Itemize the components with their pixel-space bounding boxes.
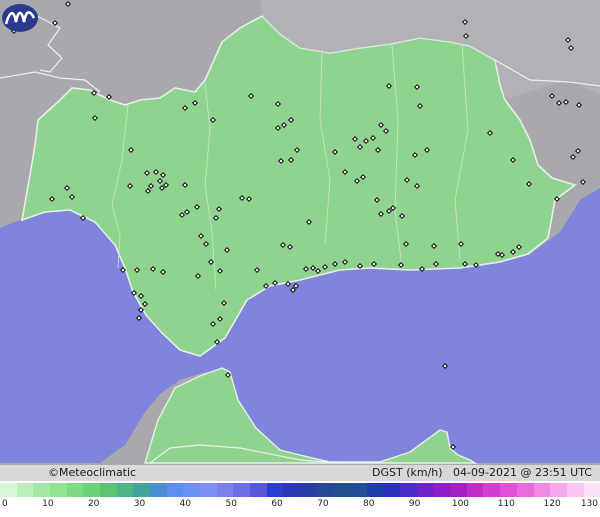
legend-swatch: [216, 483, 234, 497]
legend-tick-label: 0: [2, 499, 8, 509]
legend-swatch: [483, 483, 501, 497]
legend-swatch: [183, 483, 201, 497]
legend-swatch: [33, 483, 51, 497]
brand-label: ©Meteoclimatic: [48, 466, 137, 479]
legend-swatch: [66, 483, 84, 497]
legend-tick-label: 70: [317, 499, 329, 509]
legend-tick-label: 20: [87, 499, 100, 509]
legend-tick-label: 50: [225, 499, 237, 509]
legend-swatch: [150, 483, 167, 497]
at-label: @: [520, 466, 532, 479]
legend-swatch: [400, 483, 417, 497]
legend-swatch: [200, 483, 217, 497]
map-info: DGST (km/h) 04-09-2021 @ 23:51 UTC: [372, 466, 592, 479]
legend-swatch: [550, 483, 567, 497]
legend-swatch: [16, 483, 34, 497]
legend-swatch: [466, 483, 484, 497]
color-scale-legend: 0 10 20 30 40 50 60 70 80 90 100 110 120 130: [0, 481, 600, 517]
legend-swatch: [166, 483, 184, 497]
legend-tick-label: 100: [451, 499, 470, 509]
legend-tick-label: 130: [580, 499, 598, 509]
legend-swatch: [250, 483, 267, 497]
legend-swatch: [83, 483, 101, 497]
legend-tick-label: 90: [408, 499, 421, 509]
time-label: 23:51 UTC: [534, 466, 592, 479]
map-caption-bar: ©Meteoclimatic DGST (km/h) 04-09-2021 @ …: [0, 465, 600, 481]
legend-tick-label: 60: [271, 499, 283, 509]
meteoclimatic-logo-icon: [2, 4, 38, 32]
legend-swatch: [500, 483, 517, 497]
legend-tick-label: 40: [179, 499, 192, 509]
legend-ticks: 0 10 20 30 40 50 60 70 80 90 100 110 120 130: [0, 497, 600, 517]
legend-swatch: [300, 483, 317, 497]
legend-tick-label: 10: [42, 499, 54, 509]
date-label: 04-09-2021: [453, 466, 517, 479]
variable-label: DGST (km/h): [372, 466, 443, 479]
legend-swatch: [350, 483, 367, 497]
legend-swatch: [566, 483, 584, 497]
legend-swatch: [266, 483, 284, 497]
legend-swatch: [116, 483, 134, 497]
legend-color-bar: [0, 483, 600, 497]
legend-swatch: [516, 483, 534, 497]
legend-swatch: [100, 483, 117, 497]
legend-swatch: [383, 483, 401, 497]
legend-swatch: [50, 483, 67, 497]
legend-swatch: [433, 483, 451, 497]
map-canvas: [0, 0, 600, 517]
legend-swatch: [0, 483, 17, 497]
andalusia-gust-map: ©Meteoclimatic DGST (km/h) 04-09-2021 @ …: [0, 0, 600, 517]
legend-tick-label: 30: [133, 499, 146, 509]
legend-tick-label: 120: [543, 499, 561, 509]
legend-swatch: [450, 483, 467, 497]
legend-tick-label: 110: [497, 499, 515, 509]
legend-swatch: [233, 483, 251, 497]
legend-tick-label: 80: [363, 499, 375, 509]
legend-swatch: [416, 483, 434, 497]
legend-swatch: [316, 483, 334, 497]
legend-swatch: [283, 483, 301, 497]
legend-swatch: [583, 483, 600, 497]
legend-swatch: [333, 483, 351, 497]
legend-swatch: [133, 483, 151, 497]
legend-swatch: [533, 483, 551, 497]
legend-swatch: [366, 483, 384, 497]
